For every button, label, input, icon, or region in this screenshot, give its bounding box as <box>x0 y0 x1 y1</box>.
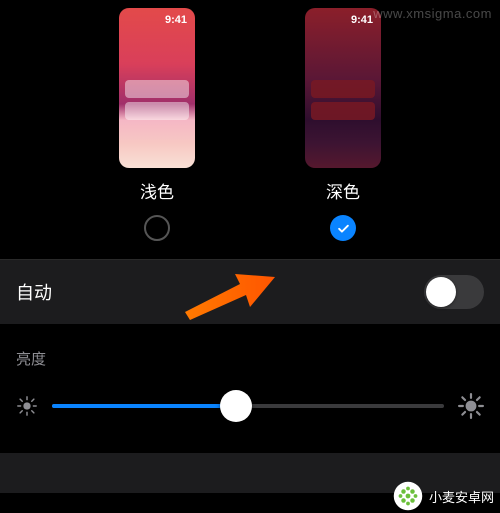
theme-option-dark[interactable]: 9:41 深色 <box>305 8 381 241</box>
watermark-brand-text: 小麦安卓网 <box>429 487 494 506</box>
theme-radio-light[interactable] <box>144 215 170 241</box>
preview-widget <box>311 80 375 98</box>
preview-widget <box>125 102 189 120</box>
watermark-brand-badge: 小麦安卓网 <box>393 481 494 511</box>
theme-radio-dark[interactable] <box>330 215 356 241</box>
auto-label: 自动 <box>16 279 52 305</box>
brightness-slider-row <box>16 393 484 419</box>
theme-preview-dark: 9:41 <box>305 8 381 168</box>
checkmark-icon <box>336 221 351 236</box>
slider-fill <box>52 404 236 408</box>
preview-widget <box>311 102 375 120</box>
auto-toggle[interactable] <box>424 275 484 309</box>
appearance-theme-row: 9:41 浅色 9:41 深色 <box>0 0 500 241</box>
sun-large-icon <box>458 393 484 419</box>
slider-thumb <box>220 390 252 422</box>
brand-logo-icon <box>393 481 423 511</box>
annotation-arrow-icon <box>180 262 280 322</box>
preview-time: 9:41 <box>165 14 187 26</box>
brightness-slider[interactable] <box>52 404 444 408</box>
theme-option-light[interactable]: 9:41 浅色 <box>119 8 195 241</box>
theme-label-dark: 深色 <box>326 178 360 203</box>
watermark-url: www.xmsigma.com <box>373 6 492 21</box>
preview-time: 9:41 <box>351 14 373 26</box>
brightness-title: 亮度 <box>16 348 484 369</box>
auto-appearance-row: 自动 <box>0 260 500 324</box>
toggle-knob <box>426 277 456 307</box>
brightness-section: 亮度 <box>0 324 500 419</box>
theme-preview-light: 9:41 <box>119 8 195 168</box>
preview-widget <box>125 80 189 98</box>
theme-label-light: 浅色 <box>140 178 174 203</box>
sun-small-icon <box>16 395 38 417</box>
